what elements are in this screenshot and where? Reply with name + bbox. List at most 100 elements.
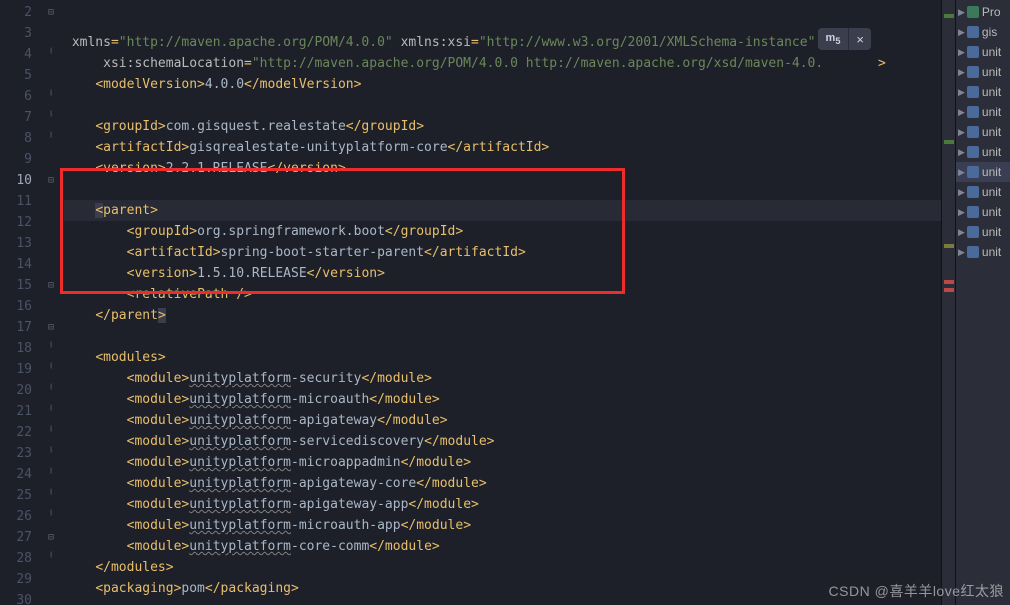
- fold-leaf-icon: ╵: [48, 469, 54, 480]
- line-number[interactable]: 7: [0, 107, 42, 128]
- line-number[interactable]: 2: [0, 2, 42, 23]
- line-number[interactable]: 18: [0, 338, 42, 359]
- line-number[interactable]: 25: [0, 485, 42, 506]
- tree-item[interactable]: ▶unit: [956, 222, 1010, 242]
- code-line[interactable]: [64, 326, 941, 347]
- line-number[interactable]: 15: [0, 275, 42, 296]
- code-line[interactable]: <module>unityplatform-core-comm</module>: [64, 536, 941, 557]
- code-line[interactable]: <module>unityplatform-apigateway-core</m…: [64, 473, 941, 494]
- line-number[interactable]: 14: [0, 254, 42, 275]
- line-number[interactable]: 20: [0, 380, 42, 401]
- line-number-gutter[interactable]: 2345678910111213141516171819202122232425…: [0, 0, 42, 605]
- chevron-right-icon[interactable]: ▶: [958, 142, 965, 162]
- chevron-right-icon[interactable]: ▶: [958, 122, 965, 142]
- maven-icon: [967, 46, 979, 58]
- code-line[interactable]: <modules>: [64, 347, 941, 368]
- code-line[interactable]: xmlns="http://maven.apache.org/POM/4.0.0…: [64, 32, 941, 53]
- rollback-hint[interactable]: m5 ×: [818, 28, 871, 50]
- tree-item[interactable]: ▶gis: [956, 22, 1010, 42]
- code-line[interactable]: </modules>: [64, 557, 941, 578]
- line-number[interactable]: 9: [0, 149, 42, 170]
- fold-open-icon[interactable]: ⊟: [48, 175, 54, 186]
- line-number[interactable]: 17: [0, 317, 42, 338]
- tree-item[interactable]: ▶unit: [956, 182, 1010, 202]
- code-line[interactable]: <module>unityplatform-servicediscovery</…: [64, 431, 941, 452]
- code-line[interactable]: xsi:schemaLocation="http://maven.apache.…: [64, 53, 941, 74]
- tree-item[interactable]: ▶Pro: [956, 2, 1010, 22]
- tree-item[interactable]: ▶unit: [956, 82, 1010, 102]
- code-line[interactable]: </parent>: [64, 305, 941, 326]
- line-number[interactable]: 10: [0, 170, 42, 191]
- chevron-right-icon[interactable]: ▶: [958, 62, 965, 82]
- close-icon[interactable]: ×: [848, 28, 871, 50]
- tree-item[interactable]: ▶unit: [956, 162, 1010, 182]
- code-line[interactable]: <artifactId>gisqrealestate-unityplatform…: [64, 137, 941, 158]
- tree-item[interactable]: ▶ unit: [956, 242, 1010, 262]
- code-line[interactable]: [64, 599, 941, 605]
- fold-open-icon[interactable]: ⊟: [48, 7, 54, 18]
- line-number[interactable]: 6: [0, 86, 42, 107]
- code-line[interactable]: [64, 179, 941, 200]
- error-stripe[interactable]: [941, 0, 955, 605]
- code-line[interactable]: <module>unityplatform-apigateway</module…: [64, 410, 941, 431]
- line-number[interactable]: 5: [0, 65, 42, 86]
- chevron-right-icon[interactable]: ▶: [958, 2, 965, 22]
- tree-item[interactable]: ▶unit: [956, 102, 1010, 122]
- chevron-right-icon[interactable]: ▶: [958, 22, 965, 42]
- line-number[interactable]: 24: [0, 464, 42, 485]
- line-number[interactable]: 16: [0, 296, 42, 317]
- line-number[interactable]: 22: [0, 422, 42, 443]
- fold-close-icon[interactable]: ⊟: [48, 532, 54, 543]
- project-tree[interactable]: ▶Pro▶gis▶unit▶unit▶unit▶unit▶unit▶unit▶u…: [955, 0, 1010, 605]
- line-number[interactable]: 23: [0, 443, 42, 464]
- code-line[interactable]: <module>unityplatform-microauth-app</mod…: [64, 515, 941, 536]
- code-line[interactable]: <module>unityplatform-security</module>: [64, 368, 941, 389]
- code-line[interactable]: <packaging>pom</packaging>: [64, 578, 941, 599]
- code-area[interactable]: xmlns="http://maven.apache.org/POM/4.0.0…: [60, 0, 941, 605]
- chevron-right-icon[interactable]: ▶: [958, 182, 965, 202]
- code-line[interactable]: <version>2.2.1.RELEASE</version>: [64, 158, 941, 179]
- chevron-right-icon[interactable]: ▶: [958, 82, 965, 102]
- code-line[interactable]: <relativePath />: [64, 284, 941, 305]
- tree-item[interactable]: ▶ unit: [956, 42, 1010, 62]
- tree-item[interactable]: ▶unit: [956, 62, 1010, 82]
- code-line[interactable]: <module>unityplatform-apigateway-app</mo…: [64, 494, 941, 515]
- code-line[interactable]: <module>unityplatform-microauth</module>: [64, 389, 941, 410]
- code-line[interactable]: <parent>: [64, 200, 941, 221]
- line-number[interactable]: 30: [0, 590, 42, 605]
- chevron-right-icon[interactable]: ▶: [958, 202, 965, 222]
- tree-item[interactable]: ▶unit: [956, 122, 1010, 142]
- tree-item-label: unit: [982, 42, 1001, 62]
- line-number[interactable]: 19: [0, 359, 42, 380]
- code-line[interactable]: <module>unityplatform-microappadmin</mod…: [64, 452, 941, 473]
- tree-item-label: unit: [982, 242, 1001, 262]
- line-number[interactable]: 27: [0, 527, 42, 548]
- chevron-right-icon[interactable]: ▶: [958, 162, 965, 182]
- chevron-right-icon[interactable]: ▶: [958, 42, 965, 62]
- fold-open-icon[interactable]: ⊟: [48, 322, 54, 333]
- code-line[interactable]: <groupId>org.springframework.boot</group…: [64, 221, 941, 242]
- line-number[interactable]: 11: [0, 191, 42, 212]
- line-number[interactable]: 26: [0, 506, 42, 527]
- line-number[interactable]: 3: [0, 23, 42, 44]
- chevron-right-icon[interactable]: ▶: [958, 222, 965, 242]
- chevron-right-icon[interactable]: ▶: [958, 242, 965, 262]
- line-number[interactable]: 8: [0, 128, 42, 149]
- code-line[interactable]: <groupId>com.gisquest.realestate</groupI…: [64, 116, 941, 137]
- code-line[interactable]: <artifactId>spring-boot-starter-parent</…: [64, 242, 941, 263]
- line-number[interactable]: 21: [0, 401, 42, 422]
- line-number[interactable]: 28: [0, 548, 42, 569]
- fold-column[interactable]: ⊟╵╵╵╵⊟⊟⊟╵╵╵╵╵╵╵╵╵⊟╵: [42, 0, 60, 605]
- code-line[interactable]: <version>1.5.10.RELEASE</version>: [64, 263, 941, 284]
- code-line[interactable]: <modelVersion>4.0.0</modelVersion>: [64, 74, 941, 95]
- fold-close-icon[interactable]: ⊟: [48, 280, 54, 291]
- code-line[interactable]: [64, 95, 941, 116]
- tree-item[interactable]: ▶unit: [956, 202, 1010, 222]
- line-number[interactable]: 4: [0, 44, 42, 65]
- line-number[interactable]: 13: [0, 233, 42, 254]
- line-number[interactable]: 12: [0, 212, 42, 233]
- tree-item[interactable]: ▶ unit: [956, 142, 1010, 162]
- chevron-right-icon[interactable]: ▶: [958, 102, 965, 122]
- line-number[interactable]: 29: [0, 569, 42, 590]
- tree-item-label: unit: [982, 142, 1001, 162]
